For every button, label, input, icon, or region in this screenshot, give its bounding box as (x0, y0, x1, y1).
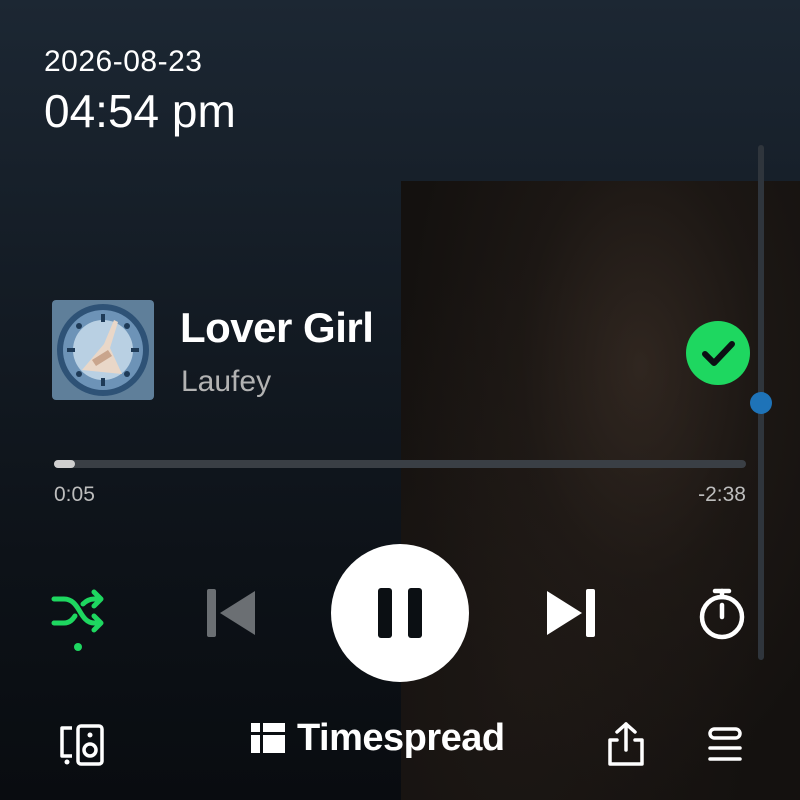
liked-check-icon[interactable] (686, 321, 750, 385)
brand-name: Timespread (297, 716, 505, 759)
queue-button[interactable] (704, 724, 746, 766)
progress-fill (54, 460, 75, 468)
queue-icon (708, 727, 742, 761)
timespread-logo-icon (251, 723, 285, 753)
share-icon (608, 722, 644, 766)
next-button[interactable] (543, 585, 599, 641)
share-button[interactable] (604, 720, 648, 768)
time-remaining: -2:38 (698, 483, 746, 506)
status-date: 2026-08-23 (44, 45, 203, 78)
pause-icon (378, 588, 422, 638)
skip-previous-icon (207, 589, 255, 637)
volume-handle[interactable] (750, 391, 772, 414)
brand-logo: Timespread (251, 716, 505, 760)
sleep-timer-icon (699, 588, 745, 640)
previous-button[interactable] (203, 585, 259, 641)
sleep-timer-button[interactable] (694, 585, 750, 641)
album-cover-clock-icon (52, 300, 154, 400)
shuffle-button[interactable] (50, 585, 106, 653)
connect-device-icon (60, 724, 104, 766)
connect-device-button[interactable] (58, 722, 106, 768)
shuffle-icon (51, 589, 104, 651)
progress-bar[interactable] (54, 460, 746, 468)
time-elapsed: 0:05 (54, 483, 95, 506)
track-title[interactable]: Lover Girl (180, 300, 374, 356)
status-datetime: 2026-08-23 04:54 pm (44, 44, 236, 138)
track-artist[interactable]: Laufey (181, 360, 271, 404)
status-time: 04:54 pm (44, 85, 236, 137)
skip-next-icon (547, 589, 595, 637)
now-playing-screen: 2026-08-23 04:54 pm Lover Girl Laufey 0:… (0, 0, 800, 800)
album-art[interactable] (52, 300, 154, 400)
pause-button[interactable] (331, 544, 469, 682)
